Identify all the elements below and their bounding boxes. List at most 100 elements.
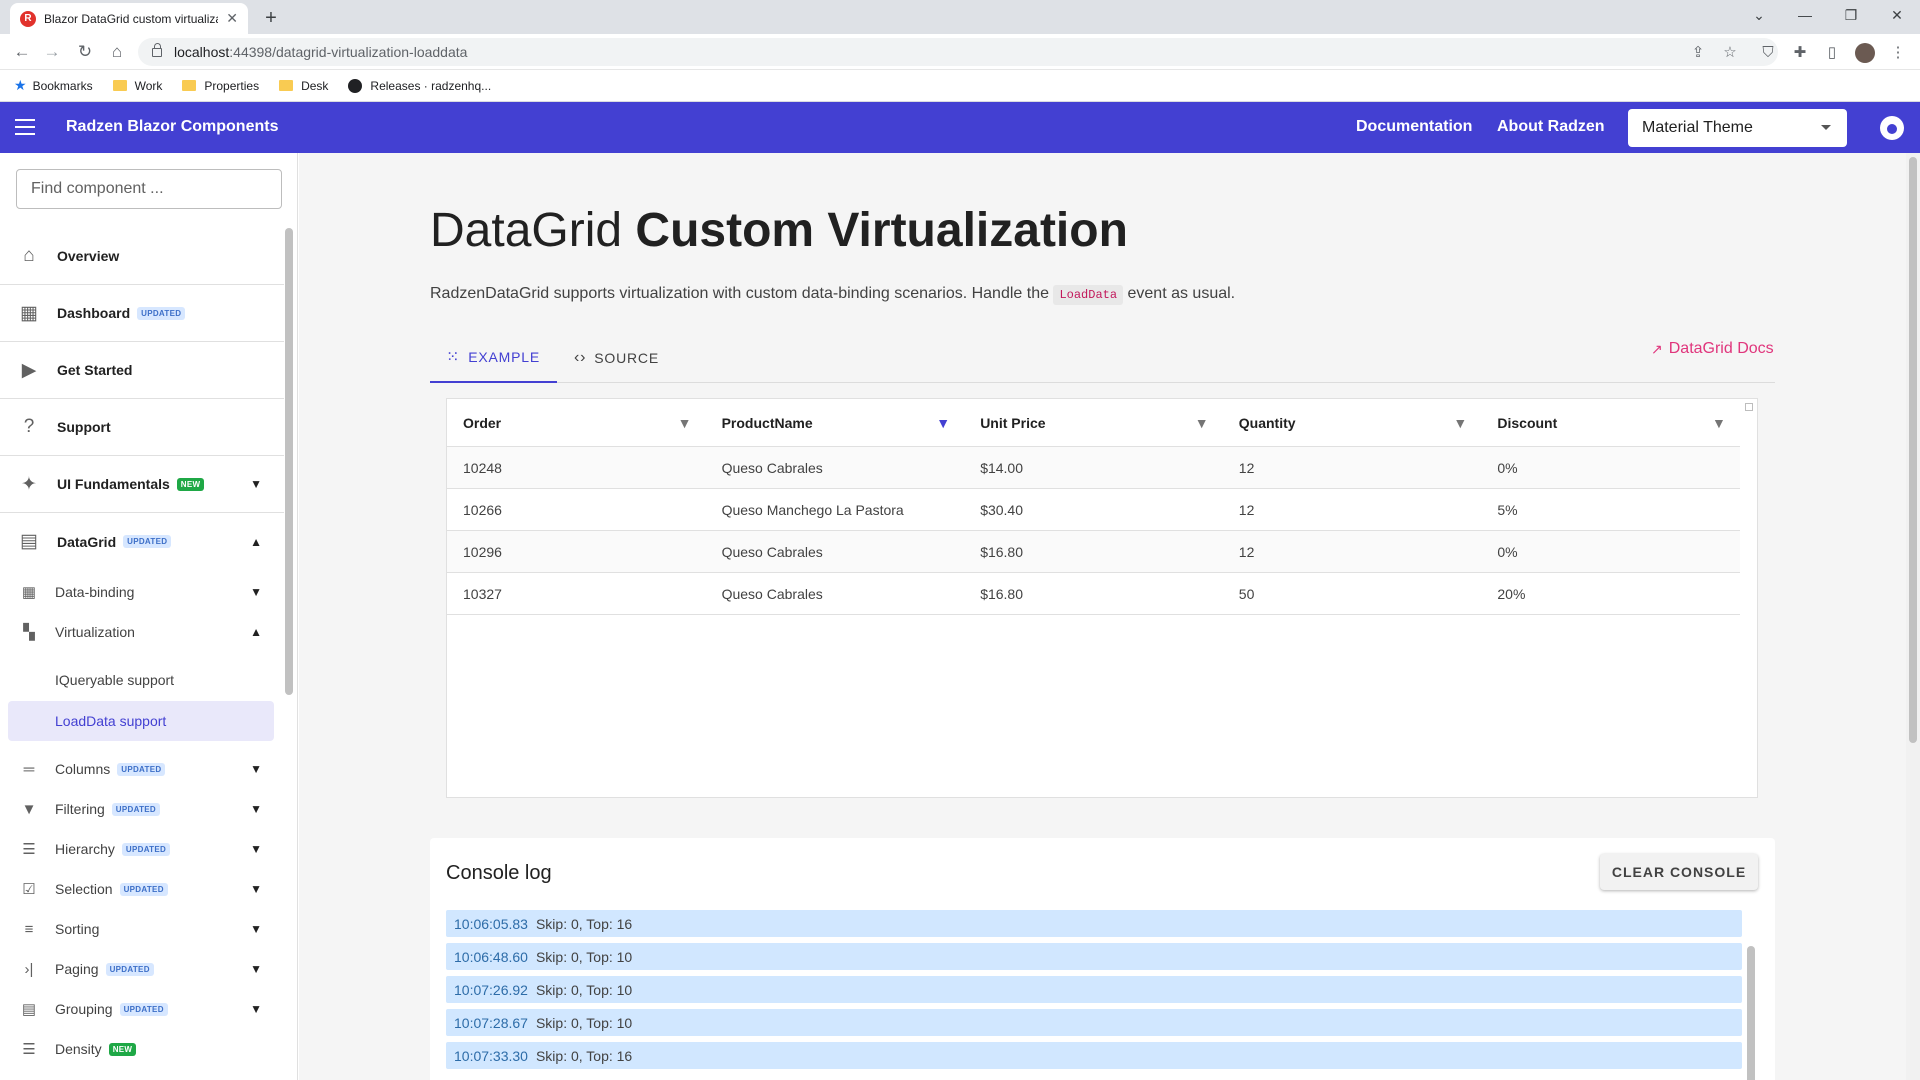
sidebar-item-label: Filtering [55,801,105,817]
clear-console-button[interactable]: CLEAR CONSOLE [1600,854,1758,890]
find-component-input[interactable] [16,169,282,209]
sidebar-item-dashboard[interactable]: ▦ Dashboard UPDATED [0,285,284,342]
chevron-down-icon: ▼ [250,477,262,491]
sidebar-item-support[interactable]: ? Support [0,399,284,456]
sidebar-item-grouping[interactable]: ▤ Grouping UPDATED ▼ [0,989,284,1029]
cell-unit-price: $30.40 [980,501,1024,518]
folder-icon [279,80,294,91]
column-header-productname[interactable]: ProductName ▼ [706,399,965,446]
sidebar-item-data-binding[interactable]: ▦ Data-binding ▼ [0,572,284,612]
column-header-label: Order [463,414,502,431]
updated-badge: UPDATED [119,882,168,896]
sidebar-item-filtering[interactable]: ▼ Filtering UPDATED ▼ [0,789,284,829]
filter-icon[interactable]: ▼ [678,415,692,431]
sidebar-item-datagrid[interactable]: ▤ DataGrid UPDATED ▲ [0,513,284,570]
bookmark-bookmarks[interactable]: ★ Bookmarks [14,77,93,94]
console-scrollbar-thumb[interactable] [1747,946,1755,1080]
sidebar-item-iqueryable-support[interactable]: IQueryable support [8,660,274,700]
restore-icon[interactable]: ❐ [1828,0,1874,30]
sidebar-item-overview[interactable]: ⌂ Overview [0,228,284,285]
datagrid-scrollbar[interactable] [1741,399,1757,797]
console-log-list: 10:06:05.83 Skip: 0, Top: 16 10:06:48.60 S… [446,910,1742,1075]
tab-example[interactable]: ⁙ EXAMPLE [430,333,557,383]
column-header-unit-price[interactable]: Unit Price ▼ [964,399,1223,446]
sidebar-item-virtualization[interactable]: ▚ Virtualization ▲ [0,612,284,652]
page-scrollbar-thumb[interactable] [1909,157,1917,743]
cell-order: 10296 [463,543,502,560]
scroll-up-button[interactable] [1745,403,1753,411]
sidebar-item-label: Grouping [55,1001,113,1017]
bookmark-star-icon[interactable]: ☆ [1716,38,1744,66]
sidebar-scrollbar[interactable] [285,228,293,695]
sidebar-item-density[interactable]: ☰ Density NEW [0,1029,284,1069]
tab-search-icon[interactable]: ⌄ [1736,0,1782,30]
chevron-up-icon: ▲ [250,625,262,639]
new-tab-icon[interactable]: + [258,5,284,31]
bookmark-releases[interactable]: Releases · radzenhq... [348,78,491,93]
profile-avatar[interactable] [1855,43,1875,63]
log-time: 10:07:33.30 [454,1047,528,1064]
column-header-order[interactable]: Order ▼ [447,399,706,446]
bookmark-desk[interactable]: Desk [279,79,328,93]
filter-icon[interactable]: ▼ [1453,415,1467,431]
sidebar-item-get-started[interactable]: ▶ Get Started [0,342,284,399]
side-panel-icon[interactable]: ▯ [1818,38,1846,66]
extensions-icon[interactable]: ✚ [1786,38,1814,66]
sidebar-item-label: Selection [55,881,113,897]
grid-dots-icon: ⁙ [446,349,461,366]
cell-unit-price: $16.80 [980,585,1024,602]
dashboard-icon: ▦ [20,302,38,324]
folder-icon [112,80,127,91]
close-window-icon[interactable]: ✕ [1874,0,1920,30]
minimize-icon[interactable]: — [1782,0,1828,30]
table-row[interactable]: 10248 Queso Cabrales $14.00 12 0% [447,447,1740,489]
bookmark-properties[interactable]: Properties [182,79,259,93]
tab-source[interactable]: ‹› SOURCE [570,333,659,383]
column-header-discount[interactable]: Discount ▼ [1481,399,1740,446]
shield-extension-icon[interactable]: ⛉ [1754,38,1782,66]
column-header-label: Quantity [1238,414,1296,431]
hamburger-menu-icon[interactable] [15,119,35,135]
browser-tabstrip: R Blazor DataGrid custom virtualiza ✕ + … [0,0,1920,34]
datagrid-docs-link[interactable]: ↗ DataGrid Docs [1651,340,1774,358]
back-icon[interactable]: ← [8,38,36,66]
datagrid-header: Order ▼ ProductName ▼ Unit Price ▼ Quantity… [447,399,1740,447]
theme-dropdown-value: Material Theme [1642,119,1753,136]
sidebar-item-ui-fundamentals[interactable]: ✦ UI Fundamentals NEW ▼ [0,456,284,513]
forward-icon[interactable]: → [38,38,66,66]
theme-dropdown[interactable]: Material Theme [1628,109,1847,147]
sidebar-item-loaddata-support[interactable]: LoadData support [8,701,274,741]
home-icon[interactable]: ⌂ [103,38,131,66]
sidebar-item-columns[interactable]: ═ Columns UPDATED ▼ [0,749,284,789]
table-row[interactable]: 10296 Queso Cabrales $16.80 12 0% [447,531,1740,573]
filter-icon[interactable]: ▼ [1195,415,1209,431]
documentation-link[interactable]: Documentation [1356,118,1472,136]
grouping-icon: ▤ [21,1001,37,1018]
table-row[interactable]: 10266 Queso Manchego La Pastora $30.40 1… [447,489,1740,531]
address-bar[interactable]: localhost:44398/datagrid-virtualization-… [138,38,1778,66]
sidebar-item-selection[interactable]: ☑ Selection UPDATED ▼ [0,869,284,909]
about-radzen-link[interactable]: About Radzen [1497,118,1605,136]
cell-quantity: 12 [1238,501,1255,518]
column-header-quantity[interactable]: Quantity ▼ [1223,399,1482,446]
github-icon[interactable] [1880,116,1904,140]
close-tab-icon[interactable]: ✕ [226,10,238,27]
datagrid: Order ▼ ProductName ▼ Unit Price ▼ Quantity… [446,398,1758,798]
bookmark-work[interactable]: Work [112,79,162,93]
menu-kebab-icon[interactable]: ⋮ [1884,38,1912,66]
reload-icon[interactable]: ↻ [71,38,99,66]
active-filter-icon[interactable]: ▼ [936,415,950,431]
sidebar-item-paging[interactable]: ›| Paging UPDATED ▼ [0,949,284,989]
share-icon[interactable]: ⇪ [1684,38,1712,66]
filter-icon[interactable]: ▼ [1712,415,1726,431]
sidebar-item-sorting[interactable]: ≡ Sorting ▼ [0,909,284,949]
console-scrollbar[interactable] [1745,910,1757,1080]
browser-tab[interactable]: R Blazor DataGrid custom virtualiza ✕ [10,3,248,34]
url-path: :44398/datagrid-virtualization-loaddata [229,44,468,60]
chevron-up-icon: ▲ [250,534,262,549]
sidebar-item-hierarchy[interactable]: ☰ Hierarchy UPDATED ▼ [0,829,284,869]
page-scrollbar[interactable] [1906,153,1920,1080]
page-title-bold: Custom Virtualization [635,204,1128,257]
table-row[interactable]: 10327 Queso Cabrales $16.80 50 20% [447,573,1740,615]
docs-link-label: DataGrid Docs [1668,340,1774,357]
